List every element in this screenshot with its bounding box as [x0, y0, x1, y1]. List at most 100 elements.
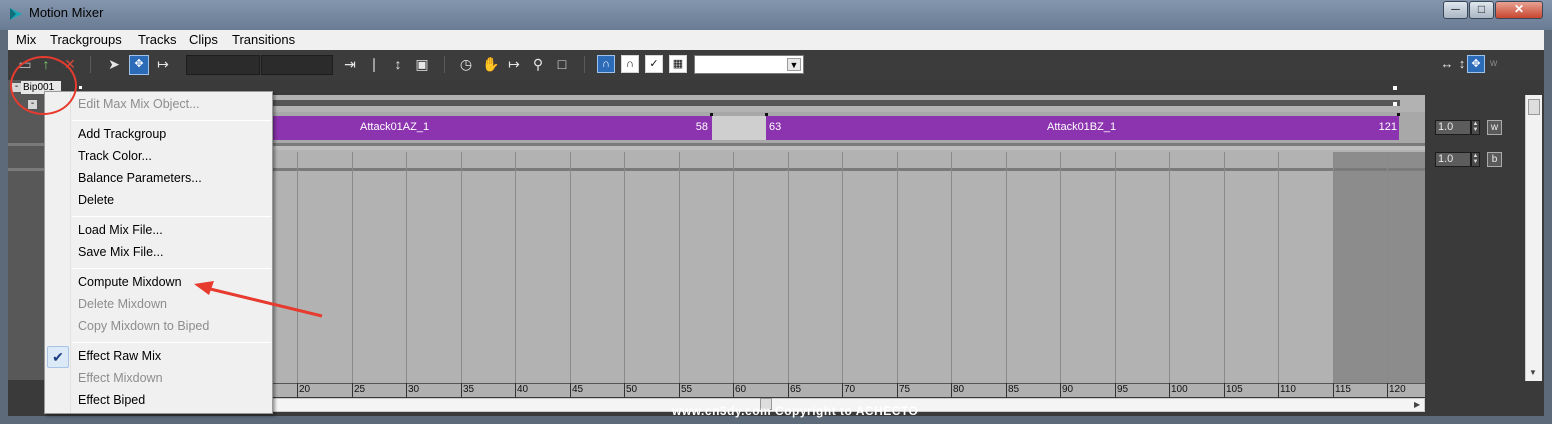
vertical-scrollbar[interactable]	[1525, 95, 1542, 381]
clip-attack01bz[interactable]: 63 Attack01BZ_1 121	[766, 116, 1399, 140]
toolbar-separator	[584, 56, 585, 73]
ruler-tick: 65	[788, 383, 802, 397]
grid-line	[951, 152, 952, 383]
annotation-arrow	[194, 281, 323, 318]
ruler-tick: 80	[951, 383, 965, 397]
grid-line	[1006, 152, 1007, 383]
grid-line	[788, 152, 789, 383]
window-title: Motion Mixer	[29, 5, 104, 20]
grid-line	[352, 152, 353, 383]
set-range-icon[interactable]: ⇥	[340, 54, 360, 74]
clip-handle[interactable]	[765, 113, 768, 116]
spinner-arrows-icon[interactable]: ▲ ▼	[1471, 120, 1480, 135]
spinner-arrows-icon[interactable]: ▲ ▼	[1471, 152, 1480, 167]
menu-item-delete[interactable]: Delete	[78, 193, 114, 207]
lock-icon[interactable]: ▣	[412, 54, 432, 74]
track-2-weight-spinner[interactable]: 1.0	[1435, 152, 1471, 167]
menu-item-edit-max-mix-object[interactable]: Edit Max Mix Object...	[78, 97, 200, 111]
maximize-button[interactable]: □	[1469, 1, 1494, 19]
clip-handle[interactable]	[710, 113, 713, 116]
ruler-tick: 40	[515, 383, 529, 397]
clip-name: Attack01BZ_1	[1047, 121, 1117, 133]
menu-mix[interactable]: Mix	[16, 32, 36, 47]
scale-clip-icon[interactable]: ↕	[388, 54, 408, 74]
clip-attack01az[interactable]: Attack01AZ_1 58	[270, 116, 712, 140]
zoom-extents-icon[interactable]: ↦	[504, 54, 524, 74]
zoom-region-icon[interactable]: □	[552, 54, 572, 74]
ruler-tick: 95	[1115, 383, 1129, 397]
ruler-tick: 115	[1333, 383, 1351, 397]
toggle-icon[interactable]: ✓	[645, 55, 663, 73]
chevron-down-icon[interactable]: ▼	[787, 58, 801, 71]
snap-frames-icon[interactable]: ∩	[597, 55, 615, 73]
menu-item-track-color[interactable]: Track Color...	[78, 149, 152, 163]
out-of-range-region	[1333, 152, 1425, 383]
track-1-weight-button[interactable]: w	[1487, 120, 1502, 135]
menu-separator	[72, 120, 271, 121]
menu-clips[interactable]: Clips	[189, 32, 218, 47]
trim-icon[interactable]: ∣	[364, 54, 384, 74]
menu-item-save-mix-file[interactable]: Save Mix File...	[78, 245, 163, 259]
title-bar[interactable]	[0, 0, 1552, 30]
menu-item-balance-parameters[interactable]: Balance Parameters...	[78, 171, 202, 185]
grid-line	[297, 152, 298, 383]
annotation-circle	[10, 56, 77, 115]
track-2-balance-button[interactable]: b	[1487, 152, 1502, 167]
track-tree-panel	[8, 80, 44, 380]
ruler-tick: 20	[297, 383, 311, 397]
ruler-tick: 70	[842, 383, 856, 397]
fit-view-icon[interactable]: ✥	[1467, 55, 1485, 73]
menu-item-copy-mixdown-to-biped[interactable]: Copy Mixdown to Biped	[78, 319, 209, 333]
scroll-down-icon[interactable]: ▼	[1529, 368, 1537, 377]
ruler-tick: 105	[1224, 383, 1243, 397]
mix-dropdown[interactable]: ▼	[694, 55, 804, 74]
snap-clips-icon[interactable]: ∩	[621, 55, 639, 73]
ruler-tick: 25	[352, 383, 366, 397]
close-button[interactable]: ✕	[1495, 1, 1543, 19]
clip-end-frame: 58	[695, 121, 708, 133]
track-1-weight-spinner[interactable]: 1.0	[1435, 120, 1471, 135]
ruler-tick: 120	[1387, 383, 1406, 397]
scroll-right-icon[interactable]: ▶	[1414, 400, 1420, 409]
ruler-tick: 60	[733, 383, 747, 397]
vertical-scroll-thumb[interactable]	[1528, 99, 1540, 115]
zoom-icon[interactable]: ⚲	[528, 54, 548, 74]
ruler-tick: 45	[570, 383, 584, 397]
menu-transitions[interactable]: Transitions	[232, 32, 295, 47]
ruler-tick: 75	[897, 383, 911, 397]
grid-line	[570, 152, 571, 383]
trackgroup-mix-bar	[270, 100, 1400, 106]
grid-line	[1169, 152, 1170, 383]
menu-item-delete-mixdown[interactable]: Delete Mixdown	[78, 297, 167, 311]
menu-item-load-mix-file[interactable]: Load Mix File...	[78, 223, 163, 237]
toolbar-separator	[444, 56, 445, 73]
clock-icon[interactable]: ◷	[456, 54, 476, 74]
menu-item-add-trackgroup[interactable]: Add Trackgroup	[78, 127, 166, 141]
menu-item-effect-raw-mix[interactable]: Effect Raw Mix	[78, 349, 161, 363]
menu-item-compute-mixdown[interactable]: Compute Mixdown	[78, 275, 182, 289]
menu-separator	[72, 216, 271, 217]
menu-trackgroups[interactable]: Trackgroups	[50, 32, 122, 47]
move-clips-icon[interactable]: ✥	[129, 55, 149, 75]
grid-line	[1333, 152, 1334, 383]
ruler-tick: 90	[1060, 383, 1074, 397]
menu-tracks[interactable]: Tracks	[138, 32, 177, 47]
pan-hand-icon[interactable]: ✋	[481, 54, 501, 74]
ruler-tick: 55	[679, 383, 693, 397]
grid-line	[733, 152, 734, 383]
select-arrow-icon[interactable]: ➤	[104, 54, 124, 74]
menu-separator	[72, 268, 271, 269]
clip-handle[interactable]	[1397, 113, 1400, 116]
menu-item-effect-biped[interactable]: Effect Biped	[78, 393, 145, 407]
range-marker-end	[1393, 86, 1397, 90]
filter-icon[interactable]: ▦	[669, 55, 687, 73]
ruler-tick: 110	[1278, 383, 1296, 397]
menu-item-effect-mixdown[interactable]: Effect Mixdown	[78, 371, 163, 385]
clip-start-frame: 63	[769, 121, 782, 133]
slip-clips-icon[interactable]: ↦	[153, 54, 173, 74]
time-field-end[interactable]	[261, 55, 333, 75]
checkmark-icon: ✔	[47, 346, 69, 368]
minimize-button[interactable]: ─	[1443, 1, 1468, 19]
menu-separator	[72, 342, 271, 343]
time-field-start[interactable]	[186, 55, 260, 75]
